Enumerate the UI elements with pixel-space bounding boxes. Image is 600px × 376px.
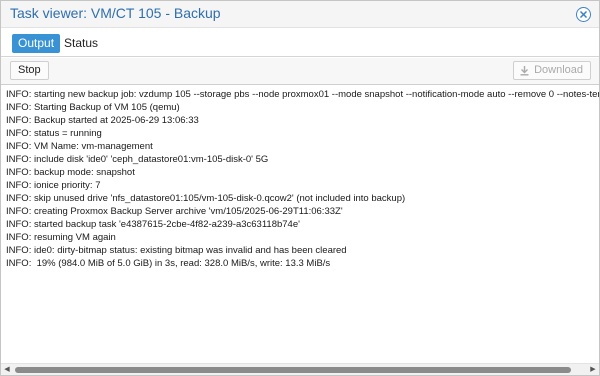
log-line: INFO: skip unused drive 'nfs_datastore01…: [6, 193, 406, 204]
scroll-left-arrow-icon[interactable]: ◀: [1, 364, 13, 376]
log-line: INFO: backup mode: snapshot: [6, 167, 135, 178]
tab-status[interactable]: Status: [58, 34, 104, 53]
log-line: INFO: status = running: [6, 128, 102, 139]
task-viewer-window: Task viewer: VM/CT 105 - Backup Output S…: [0, 0, 600, 376]
log-line: INFO: started backup task 'e4387615-2cbe…: [6, 219, 300, 230]
tab-output[interactable]: Output: [12, 34, 61, 53]
horizontal-scrollbar[interactable]: ◀ ▶: [1, 363, 599, 375]
scrollbar-thumb[interactable]: [15, 367, 571, 373]
log-line: INFO: creating Proxmox Backup Server arc…: [6, 206, 343, 217]
toolbar: Stop Download: [1, 58, 599, 85]
window-title: Task viewer: VM/CT 105 - Backup: [10, 5, 221, 21]
log-line: INFO: VM Name: vm-management: [6, 141, 153, 152]
download-icon: [520, 66, 529, 76]
title-bar: Task viewer: VM/CT 105 - Backup: [1, 1, 599, 28]
task-log-output[interactable]: INFO: starting new backup job: vzdump 10…: [1, 86, 599, 363]
log-line: INFO: ide0: dirty-bitmap status: existin…: [6, 245, 347, 256]
tab-bar: Output Status: [1, 29, 599, 57]
log-line: INFO: ionice priority: 7: [6, 180, 101, 191]
download-button[interactable]: Download: [513, 61, 591, 80]
stop-button[interactable]: Stop: [10, 61, 49, 80]
log-line: INFO: starting new backup job: vzdump 10…: [6, 89, 599, 100]
stop-button-label: Stop: [18, 64, 41, 76]
scroll-right-arrow-icon[interactable]: ▶: [587, 364, 599, 376]
log-line: INFO: 19% (984.0 MiB of 5.0 GiB) in 3s, …: [6, 258, 331, 269]
log-line: INFO: resuming VM again: [6, 232, 116, 243]
close-icon[interactable]: [576, 7, 591, 22]
log-line: INFO: Starting Backup of VM 105 (qemu): [6, 102, 180, 113]
download-button-label: Download: [534, 64, 583, 76]
log-line: INFO: Backup started at 2025-06-29 13:06…: [6, 115, 199, 126]
log-line: INFO: include disk 'ide0' 'ceph_datastor…: [6, 154, 269, 165]
